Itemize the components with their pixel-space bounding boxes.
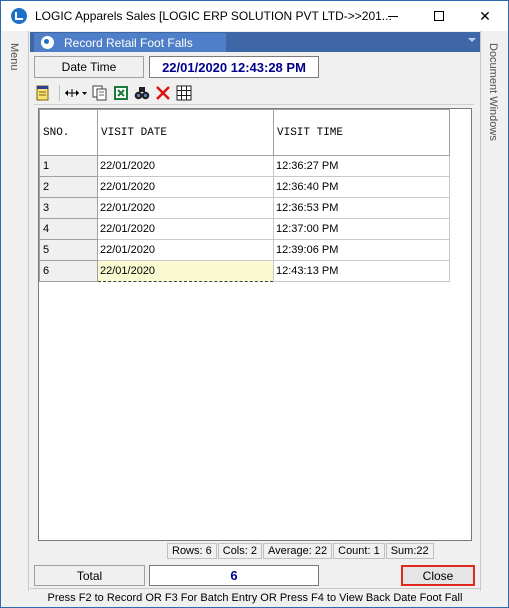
total-value: 6 (149, 565, 319, 586)
minimize-button[interactable] (370, 1, 416, 31)
close-icon: ✕ (479, 7, 491, 24)
maximize-icon (434, 11, 444, 21)
binoculars-icon (134, 86, 150, 99)
close-window-button[interactable]: ✕ (462, 1, 508, 31)
notepad-button[interactable] (34, 83, 52, 103)
table-header-row: SNO. VISIT DATE VISIT TIME (39, 109, 450, 156)
visit-date-cell[interactable]: 22/01/2020 (97, 218, 274, 240)
document-windows-label: Document Windows (487, 43, 499, 141)
date-time-label: Date Time (34, 56, 144, 78)
table-row[interactable]: 1 22/01/2020 12:36:27 PM (39, 155, 450, 177)
delete-icon (156, 85, 170, 100)
menu-panel-label: Menu (8, 43, 20, 71)
document-area: Record Retail Foot Falls Date Time 22/01… (30, 32, 480, 604)
status-count: Count: 1 (333, 543, 385, 559)
visit-time-cell[interactable]: 12:37:00 PM (273, 218, 450, 240)
column-header-visit-date[interactable]: VISIT DATE (97, 109, 274, 156)
status-average: Average: 22 (263, 543, 333, 559)
foot-fall-grid[interactable]: SNO. VISIT DATE VISIT TIME 1 22/01/2020 … (38, 108, 472, 541)
row-sno-cell[interactable]: 5 (39, 239, 98, 261)
row-sno-cell[interactable]: 4 (39, 218, 98, 240)
notepad-icon (36, 85, 49, 100)
row-sno-cell[interactable]: 3 (39, 197, 98, 219)
document-windows-panel[interactable]: Document Windows (480, 31, 507, 591)
table-row[interactable]: 5 22/01/2020 12:39:06 PM (39, 239, 450, 261)
row-sno-cell[interactable]: 6 (39, 260, 98, 282)
table-row[interactable]: 4 22/01/2020 12:37:00 PM (39, 218, 450, 240)
visit-time-cell[interactable]: 12:36:53 PM (273, 197, 450, 219)
tab-dropdown-icon[interactable] (468, 38, 476, 42)
visit-date-cell[interactable]: 22/01/2020 (97, 239, 274, 261)
grid-button[interactable] (175, 83, 193, 103)
visit-time-cell[interactable]: 12:43:13 PM (273, 260, 450, 282)
grid-toolbar (34, 81, 474, 105)
app-window: LOGIC Apparels Sales [LOGIC ERP SOLUTION… (0, 0, 509, 608)
window-controls: ✕ (370, 1, 508, 31)
visit-date-cell-selected[interactable]: 22/01/2020 (97, 260, 274, 282)
date-time-value: 22/01/2020 12:43:28 PM (149, 56, 319, 78)
status-rows: Rows: 6 (167, 543, 217, 559)
column-header-visit-time[interactable]: VISIT TIME (273, 109, 450, 156)
visit-time-cell[interactable]: 12:36:27 PM (273, 155, 450, 177)
visit-date-cell[interactable]: 22/01/2020 (97, 155, 274, 177)
column-header-sno[interactable]: SNO. (39, 109, 98, 156)
table-row[interactable]: 2 22/01/2020 12:36:40 PM (39, 176, 450, 198)
visit-date-cell[interactable]: 22/01/2020 (97, 197, 274, 219)
find-button[interactable] (133, 83, 151, 103)
tab-logo-icon (41, 36, 54, 49)
grid-status-bar: Rows: 6 Cols: 2 Average: 22 Count: 1 Sum… (167, 543, 435, 559)
window-title: LOGIC Apparels Sales [LOGIC ERP SOLUTION… (35, 9, 392, 23)
tab-label: Record Retail Foot Falls (64, 35, 193, 50)
row-sno-cell[interactable]: 1 (39, 155, 98, 177)
total-label: Total (34, 565, 145, 586)
copy-icon (92, 85, 107, 100)
visit-time-cell[interactable]: 12:39:06 PM (273, 239, 450, 261)
export-excel-button[interactable] (112, 83, 130, 103)
visit-time-cell[interactable]: 12:36:40 PM (273, 176, 450, 198)
toolbar-separator (59, 84, 60, 101)
foot-fall-table: SNO. VISIT DATE VISIT TIME 1 22/01/2020 … (39, 109, 450, 282)
visit-date-cell[interactable]: 22/01/2020 (97, 176, 274, 198)
excel-icon (114, 85, 128, 100)
grid-icon (176, 85, 192, 100)
row-sno-cell[interactable]: 2 (39, 176, 98, 198)
column-width-icon (65, 88, 87, 97)
column-width-button[interactable] (64, 83, 88, 103)
status-sum: Sum:22 (385, 543, 434, 559)
app-logo-icon (11, 8, 27, 24)
table-row[interactable]: 3 22/01/2020 12:36:53 PM (39, 197, 450, 219)
tab-strip: Record Retail Foot Falls (30, 32, 480, 52)
minimize-icon (388, 15, 398, 17)
close-button[interactable]: Close (401, 565, 475, 586)
menu-panel[interactable]: Menu (2, 31, 29, 591)
status-cols: Cols: 2 (217, 543, 262, 559)
delete-button[interactable] (154, 83, 172, 103)
tab-record-retail-foot-falls[interactable]: Record Retail Foot Falls (34, 33, 226, 52)
copy-button[interactable] (91, 83, 109, 103)
title-bar: LOGIC Apparels Sales [LOGIC ERP SOLUTION… (1, 1, 508, 31)
table-row-active[interactable]: 6 22/01/2020 12:43:13 PM (39, 260, 450, 282)
keyboard-hint: Press F2 to Record OR F3 For Batch Entry… (30, 588, 480, 606)
maximize-button[interactable] (416, 1, 462, 31)
